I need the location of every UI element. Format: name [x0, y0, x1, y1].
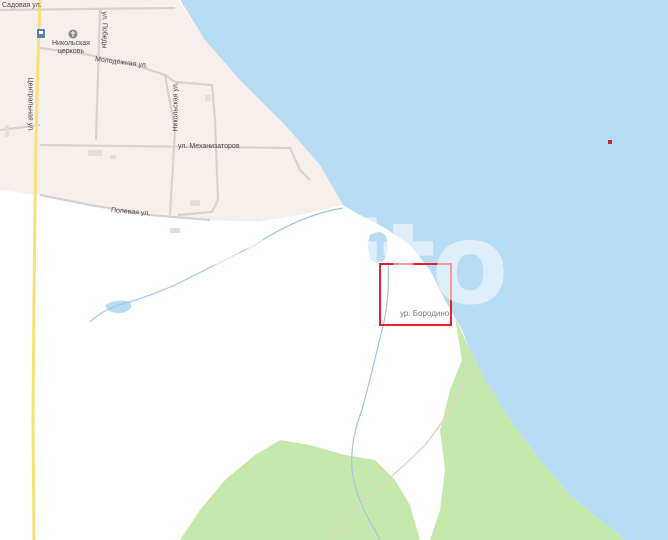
pond-north — [368, 231, 388, 263]
church-label-line1: Никольская — [52, 40, 90, 47]
place-label-borodino: ур. Бородино — [400, 309, 450, 318]
street-label-nikolskaya: Никольская ул. — [172, 82, 180, 132]
street-label-sadovaya: Садовая ул. — [2, 2, 42, 9]
street-label-pobedy: ул. Победы — [100, 11, 108, 49]
church-icon[interactable] — [68, 29, 78, 39]
map-canvas[interactable] — [0, 0, 668, 540]
map-view[interactable]: Avito Садовая ул. ул. Победы Молодёжная … — [0, 0, 668, 540]
point-marker[interactable] — [608, 140, 612, 144]
street-label-tsentralnaya: Центральная ул. — [26, 77, 34, 133]
church-label-line2: церковь — [57, 48, 85, 55]
bus-stop-icon[interactable] — [37, 29, 45, 38]
street-label-mekhanizatorov: ул. Механизаторов — [178, 143, 240, 150]
church-label: Никольская церковь — [52, 40, 90, 56]
